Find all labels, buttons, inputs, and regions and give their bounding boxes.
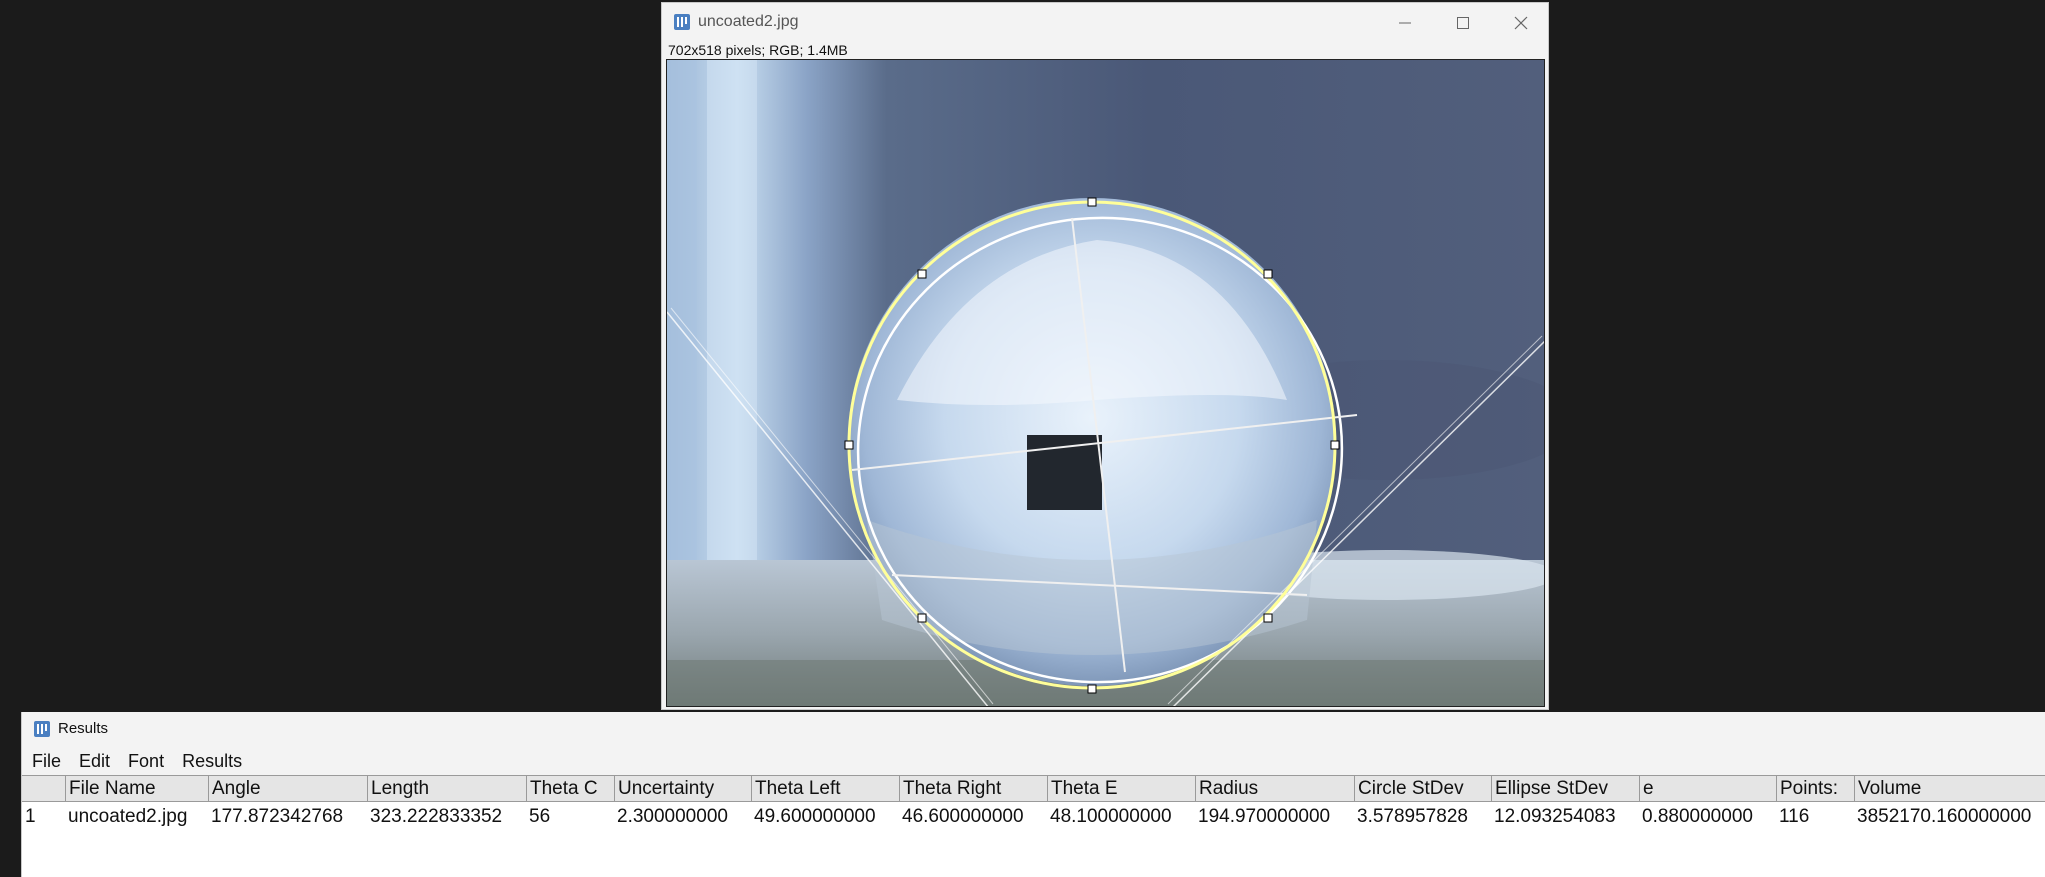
column-header-volume[interactable]: Volume [1854,776,2045,802]
cell-index: 1 [25,806,36,827]
image-window-title: uncoated2.jpg [698,13,799,30]
close-button[interactable] [1492,3,1550,42]
menu-edit[interactable]: Edit [69,748,118,774]
maximize-icon [1457,16,1469,29]
imagej-app-icon [34,721,50,737]
menu-file[interactable]: File [22,748,69,774]
column-header-radius[interactable]: Radius [1195,776,1354,802]
column-header-length[interactable]: Length [367,776,526,802]
cell-theta-right: 46.600000000 [902,806,1024,827]
column-header-points[interactable]: Points: [1776,776,1854,802]
image-window: uncoated2.jpg 702x518 pixels; RGB; 1.4MB [661,2,1549,710]
column-header-file-name[interactable]: File Name [65,776,208,802]
droplet-image[interactable] [667,60,1545,707]
cell-theta-left: 49.600000000 [754,806,876,827]
cell-volume: 3852170.160000000 [1857,806,2032,827]
cell-ellipse-stdev: 12.093254083 [1494,806,1616,827]
cell-uncertainty: 2.300000000 [617,806,728,827]
column-header-e[interactable]: e [1639,776,1776,802]
results-menubar: File Edit Font Results [22,748,2045,774]
cell-radius: 194.970000000 [1198,806,1331,827]
column-header-ellipse-stdev[interactable]: Ellipse StDev [1491,776,1639,802]
column-header-index[interactable] [22,776,65,802]
cell-file-name: uncoated2.jpg [68,806,188,827]
cell-length: 323.222833352 [370,806,503,827]
table-header: File Name Angle Length Theta C Uncertain… [22,775,2045,802]
cell-angle: 177.872342768 [211,806,344,827]
results-table[interactable]: File Name Angle Length Theta C Uncertain… [22,775,2045,877]
column-header-uncertainty[interactable]: Uncertainty [614,776,751,802]
results-titlebar[interactable]: Results [22,712,2045,747]
maximize-button[interactable] [1434,3,1492,42]
cell-circle-stdev: 3.578957828 [1357,806,1468,827]
menu-font[interactable]: Font [118,748,172,774]
image-window-titlebar[interactable]: uncoated2.jpg [662,3,1548,42]
results-window-title: Results [58,720,109,737]
minimize-button[interactable] [1376,3,1434,42]
column-header-angle[interactable]: Angle [208,776,367,802]
cell-theta-c: 56 [529,806,551,827]
image-canvas[interactable] [666,59,1545,707]
cell-points: 116 [1779,806,1810,827]
image-info-text: 702x518 pixels; RGB; 1.4MB [668,42,848,58]
column-header-circle-stdev[interactable]: Circle StDev [1354,776,1491,802]
column-header-theta-right[interactable]: Theta Right [899,776,1047,802]
column-header-theta-e[interactable]: Theta E [1047,776,1195,802]
table-row[interactable]: 1 uncoated2.jpg 177.872342768 323.222833… [22,802,2045,832]
column-header-theta-left[interactable]: Theta Left [751,776,899,802]
close-icon [1514,16,1528,29]
cell-e: 0.880000000 [1642,806,1753,827]
column-header-theta-c[interactable]: Theta C [526,776,614,802]
cell-theta-e: 48.100000000 [1050,806,1172,827]
imagej-app-icon [674,14,690,30]
minimize-icon [1399,22,1411,23]
results-window: Results File Edit Font Results File Name… [21,712,2045,877]
menu-results[interactable]: Results [172,748,250,774]
